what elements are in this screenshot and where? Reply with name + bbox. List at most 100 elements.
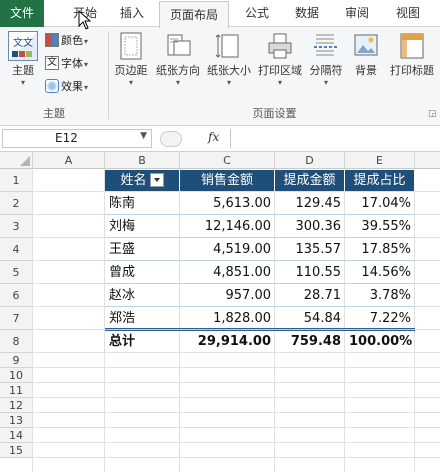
tab-formulas[interactable]: 公式 [238,0,276,27]
row-header-5[interactable]: 5 [0,261,33,284]
tab-view[interactable]: 视图 [388,0,428,27]
table-header-label: 提成金额 [283,173,336,188]
row-header-7[interactable]: 7 [0,307,33,330]
page-setup-group-label: 页面设置 [252,107,297,120]
table-header-cell[interactable]: 提成占比 [345,170,415,191]
themes-label: 主题 [12,64,34,77]
row-header-15[interactable]: 15 [0,443,33,458]
chevron-down-icon[interactable]: ▼ [140,131,147,141]
print-titles-label: 打印标题 [390,64,434,77]
table-cell[interactable]: 5,613.00 [180,192,275,215]
mouse-cursor-icon [78,10,92,30]
table-cell[interactable]: 12,146.00 [180,215,275,238]
row-header-1[interactable]: 1 [0,169,33,192]
page-break-icon [312,31,340,61]
table-cell[interactable]: 28.71 [275,284,345,307]
orientation-button[interactable]: 纸张方向 ▾ [153,31,203,103]
table-header-cell[interactable]: 销售金额 [180,170,275,191]
table-cell[interactable]: 陈南 [105,192,180,215]
colors-button[interactable]: 颜色▾ [45,31,88,51]
table-cell[interactable]: 3.78% [345,284,415,307]
row-header-13[interactable]: 13 [0,413,33,428]
total-cell[interactable]: 100.00% [345,330,415,353]
table-header-cell[interactable]: 姓名 [105,170,180,191]
size-label: 纸张大小 [207,64,251,77]
colors-icon [45,33,59,47]
table-cell[interactable]: 4,519.00 [180,238,275,261]
colors-label: 颜色 [61,34,83,47]
gridline-horizontal [33,442,440,443]
print-area-label: 打印区域 [258,64,302,77]
background-button[interactable]: 背景 [350,31,382,103]
chevron-down-icon: ▾ [175,78,180,87]
breaks-button[interactable]: 分隔符 ▾ [306,31,346,103]
table-cell[interactable]: 4,851.00 [180,261,275,284]
formula-input[interactable] [230,129,440,148]
table-cell[interactable]: 129.45 [275,192,345,215]
table-cell[interactable]: 957.00 [180,284,275,307]
column-header-overflow[interactable] [415,152,440,169]
margins-button[interactable]: 页边距 ▾ [110,31,152,103]
table-cell[interactable]: 54.84 [275,307,345,330]
table-header-cell[interactable]: 提成金额 [275,170,345,191]
tab-page-layout[interactable]: 页面布局 [159,1,229,28]
table-cell[interactable]: 17.85% [345,238,415,261]
fonts-icon: 文 [45,56,59,70]
dialog-launcher-icon[interactable]: ◲ [428,109,437,119]
formula-bar-handle[interactable] [160,131,182,147]
print-area-button[interactable]: 打印区域 ▾ [255,31,305,103]
table-cell[interactable]: 7.22% [345,307,415,330]
table-cell[interactable]: 17.04% [345,192,415,215]
total-cell[interactable]: 759.48 [275,330,345,353]
tab-file[interactable]: 文件 [0,0,44,27]
total-cell[interactable]: 总计 [105,330,180,353]
column-header-a[interactable]: A [33,152,105,169]
name-box-value: E12 [55,131,78,145]
insert-function-button[interactable]: fx [208,130,219,144]
size-button[interactable]: 纸张大小 ▾ [204,31,254,103]
tab-review[interactable]: 审阅 [338,0,376,27]
print-titles-button[interactable]: 打印标题 [386,31,438,103]
table-cell[interactable]: 39.55% [345,215,415,238]
worksheet-grid[interactable]: ABCDE 1 2 3 4 5 6 7 8 9 10 11 12 13 14 15 姓名 销售金额 提成金额 提成… [0,152,440,472]
orientation-icon [164,31,192,61]
page-size-icon [215,31,243,61]
tab-insert[interactable]: 插入 [114,0,150,27]
table-cell[interactable]: 曾成 [105,261,180,284]
breaks-label: 分隔符 [309,64,343,77]
row-header-3[interactable]: 3 [0,215,33,238]
table-cell[interactable]: 赵冰 [105,284,180,307]
total-cell[interactable]: 29,914.00 [180,330,275,353]
column-header-c[interactable]: C [180,152,275,169]
row-header-6[interactable]: 6 [0,284,33,307]
background-label: 背景 [355,64,377,77]
row-header-2[interactable]: 2 [0,192,33,215]
column-header-b[interactable]: B [105,152,180,169]
row-header-10[interactable]: 10 [0,368,33,383]
effects-button[interactable]: 效果▾ [45,77,88,97]
table-cell[interactable]: 1,828.00 [180,307,275,330]
table-cell[interactable]: 135.57 [275,238,345,261]
row-header-12[interactable]: 12 [0,398,33,413]
themes-button[interactable]: 文文 主题 ▾ [6,31,40,99]
row-header-4[interactable]: 4 [0,238,33,261]
orientation-label: 纸张方向 [156,64,200,77]
select-all-corner[interactable] [0,152,33,169]
table-cell[interactable]: 郑浩 [105,307,180,330]
column-header-d[interactable]: D [275,152,345,169]
name-box[interactable]: E12 ▼ [2,129,152,148]
table-cell[interactable]: 14.56% [345,261,415,284]
table-cell[interactable]: 300.36 [275,215,345,238]
row-header-14[interactable]: 14 [0,428,33,443]
row-header-11[interactable]: 11 [0,383,33,398]
table-cell[interactable]: 110.55 [275,261,345,284]
filter-dropdown-icon[interactable] [149,172,164,187]
theme-group-label: 主题 [43,107,65,120]
table-cell[interactable]: 刘梅 [105,215,180,238]
fonts-button[interactable]: 文字体▾ [45,54,88,74]
column-header-e[interactable]: E [345,152,415,169]
table-cell[interactable]: 王盛 [105,238,180,261]
tab-data[interactable]: 数据 [288,0,326,27]
row-header-9[interactable]: 9 [0,353,33,368]
row-header-8[interactable]: 8 [0,330,33,353]
